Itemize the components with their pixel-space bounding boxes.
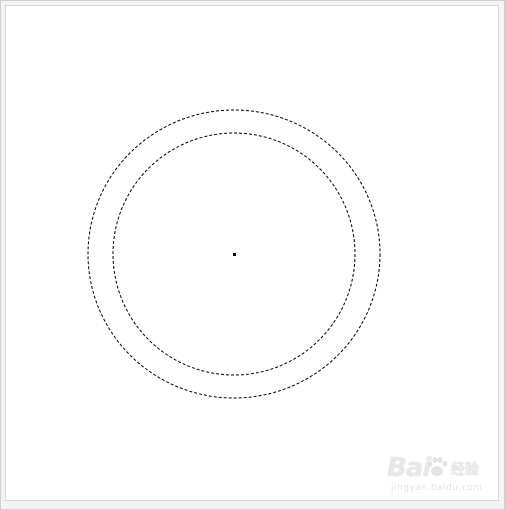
selection-drawing bbox=[87, 109, 381, 399]
image-frame: Bai 经验 jingyan.baidu.com bbox=[0, 0, 505, 510]
center-point bbox=[233, 253, 236, 256]
